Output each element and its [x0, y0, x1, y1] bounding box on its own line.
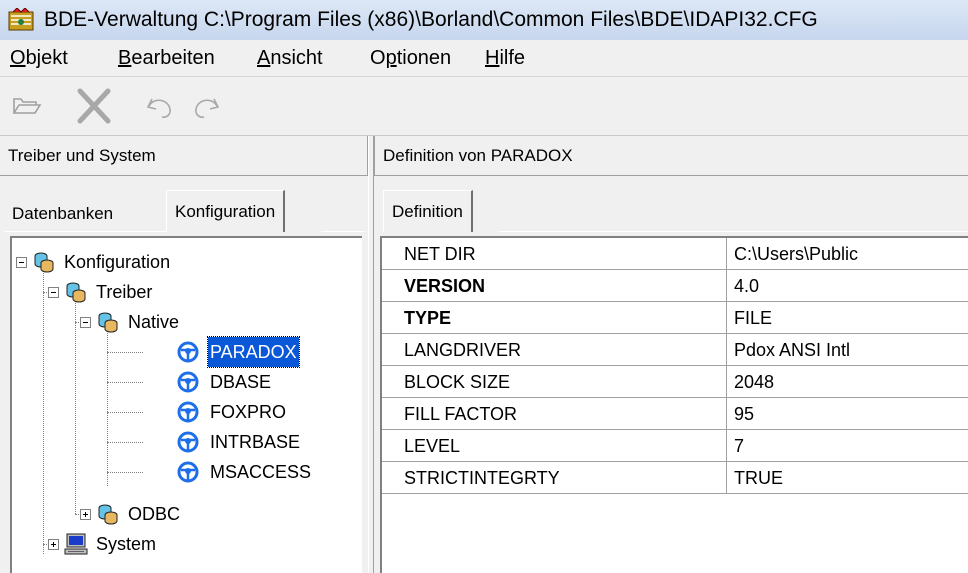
- bde-app-icon[interactable]: [8, 7, 34, 32]
- computer-icon: [64, 532, 88, 556]
- menu-ansicht-label: nsicht: [270, 47, 323, 69]
- param-value[interactable]: C:\Users\Public: [734, 244, 858, 265]
- open-icon: [12, 98, 42, 114]
- tree-item-label: INTRBASE: [210, 432, 301, 452]
- menu-objekt-accel: O: [10, 47, 26, 69]
- param-name: TYPE: [404, 308, 452, 328]
- menu-optionen-pre: O: [370, 47, 386, 69]
- tree-item-label: Konfiguration: [64, 252, 171, 272]
- redo-button[interactable]: [186, 87, 226, 125]
- table-row[interactable]: FILL FACTOR 95: [382, 398, 968, 430]
- tree-item-intrbase[interactable]: INTRBASE: [12, 427, 362, 457]
- driver-icon: [176, 430, 200, 454]
- param-name: NET DIR: [404, 244, 476, 264]
- redo-icon: [195, 98, 220, 118]
- tab-konfiguration[interactable]: Konfiguration: [166, 190, 286, 232]
- menu-optionen-accel: p: [385, 47, 397, 69]
- table-row[interactable]: NET DIR C:\Users\Public: [382, 238, 968, 270]
- title-bar: BDE-Verwaltung C:\Program Files (x86)\Bo…: [0, 0, 968, 41]
- driver-icon: [176, 340, 200, 364]
- table-row[interactable]: TYPE FILE: [382, 302, 968, 334]
- database-icon: [96, 310, 120, 334]
- database-icon: [64, 280, 88, 304]
- tree-item-treiber[interactable]: Treiber: [12, 277, 362, 307]
- tree-item-odbc[interactable]: ODBC: [12, 499, 362, 529]
- driver-icon: [176, 400, 200, 424]
- tree-item-label: ODBC: [128, 504, 181, 524]
- param-value[interactable]: 95: [734, 404, 754, 425]
- param-name: VERSION: [404, 276, 486, 296]
- param-name: FILL FACTOR: [404, 404, 518, 424]
- param-value[interactable]: FILE: [734, 308, 772, 329]
- tree-item-label: PARADOX: [207, 336, 300, 368]
- definition-grid[interactable]: NET DIR C:\Users\Public VERSION 4.0 TYPE…: [380, 236, 968, 573]
- table-row[interactable]: BLOCK SIZE 2048: [382, 366, 968, 398]
- tree-item-msaccess[interactable]: MSACCESS: [12, 457, 362, 487]
- undo-icon: [146, 98, 171, 118]
- collapse-icon[interactable]: [16, 257, 27, 268]
- tree-item-label: FOXPRO: [210, 402, 287, 422]
- param-value[interactable]: 2048: [734, 372, 774, 393]
- delete-button[interactable]: [74, 87, 114, 125]
- table-row[interactable]: VERSION 4.0: [382, 270, 968, 302]
- tree-item-label: DBASE: [210, 372, 272, 392]
- tree-item-paradox[interactable]: PARADOX: [12, 336, 362, 368]
- param-value[interactable]: 4.0: [734, 276, 759, 297]
- param-name: LEVEL: [404, 436, 461, 456]
- menu-bar: Objekt Bearbeiten Ansicht Optionen Hilfe: [0, 40, 968, 77]
- menu-optionen[interactable]: Optionen: [370, 47, 451, 70]
- tab-divider-left: [4, 231, 166, 232]
- menu-bearbeiten[interactable]: Bearbeiten: [118, 47, 215, 70]
- tree-item-label: System: [96, 534, 157, 554]
- param-value[interactable]: Pdox ANSI Intl: [734, 340, 850, 361]
- delete-icon: [77, 88, 111, 124]
- window-title: BDE-Verwaltung C:\Program Files (x86)\Bo…: [44, 8, 818, 31]
- menu-objekt-label: bjekt: [25, 47, 68, 69]
- pane-splitter[interactable]: [368, 136, 374, 573]
- menu-bearbeiten-accel: B: [118, 47, 132, 69]
- menu-hilfe[interactable]: Hilfe: [485, 47, 525, 70]
- driver-icon: [176, 370, 200, 394]
- tab-divider-right: [499, 231, 968, 232]
- driver-icon: [176, 460, 200, 484]
- collapse-icon[interactable]: [80, 317, 91, 328]
- tree-item-foxpro[interactable]: FOXPRO: [12, 397, 362, 427]
- tree-item-konfiguration[interactable]: Konfiguration: [12, 247, 362, 277]
- param-value[interactable]: 7: [734, 436, 744, 457]
- open-button[interactable]: [8, 87, 48, 125]
- expand-icon[interactable]: [48, 539, 59, 550]
- tab-definition[interactable]: Definition: [383, 190, 473, 232]
- param-name: BLOCK SIZE: [404, 372, 511, 392]
- collapse-icon[interactable]: [48, 287, 59, 298]
- menu-ansicht[interactable]: Ansicht: [257, 47, 323, 70]
- param-name: STRICTINTEGRTY: [404, 468, 560, 488]
- toolbar: [0, 77, 968, 136]
- tab-divider-left-end: [321, 231, 365, 232]
- menu-objekt[interactable]: Objekt: [10, 47, 68, 70]
- param-name: LANGDRIVER: [404, 340, 522, 360]
- tree-item-system[interactable]: System: [12, 529, 362, 559]
- menu-hilfe-accel: H: [485, 47, 500, 69]
- tree-item-label: MSACCESS: [210, 462, 312, 482]
- menu-hilfe-label: ilfe: [499, 47, 526, 69]
- database-icon: [32, 250, 56, 274]
- tree-item-dbase[interactable]: DBASE: [12, 367, 362, 397]
- menu-bearbeiten-label: earbeiten: [131, 47, 215, 69]
- table-row[interactable]: STRICTINTEGRTY TRUE: [382, 462, 968, 494]
- param-value[interactable]: TRUE: [734, 468, 783, 489]
- table-row[interactable]: LEVEL 7: [382, 430, 968, 462]
- left-pane-header: Treiber und System: [0, 136, 368, 176]
- tab-datenbanken[interactable]: Datenbanken: [6, 197, 113, 231]
- right-pane-header: Definition von PARADOX: [374, 136, 968, 176]
- tree-item-native[interactable]: Native: [12, 307, 362, 337]
- menu-ansicht-accel: A: [257, 47, 271, 69]
- menu-optionen-label: tionen: [396, 47, 452, 69]
- undo-button[interactable]: [140, 87, 180, 125]
- database-icon: [96, 502, 120, 526]
- tree-item-label: Native: [128, 312, 180, 332]
- table-row[interactable]: LANGDRIVER Pdox ANSI Intl: [382, 334, 968, 366]
- config-tree[interactable]: Konfiguration Treiber Native PARADOX DBA…: [10, 236, 362, 573]
- tree-item-label: Treiber: [96, 282, 153, 302]
- expand-icon[interactable]: [80, 509, 91, 520]
